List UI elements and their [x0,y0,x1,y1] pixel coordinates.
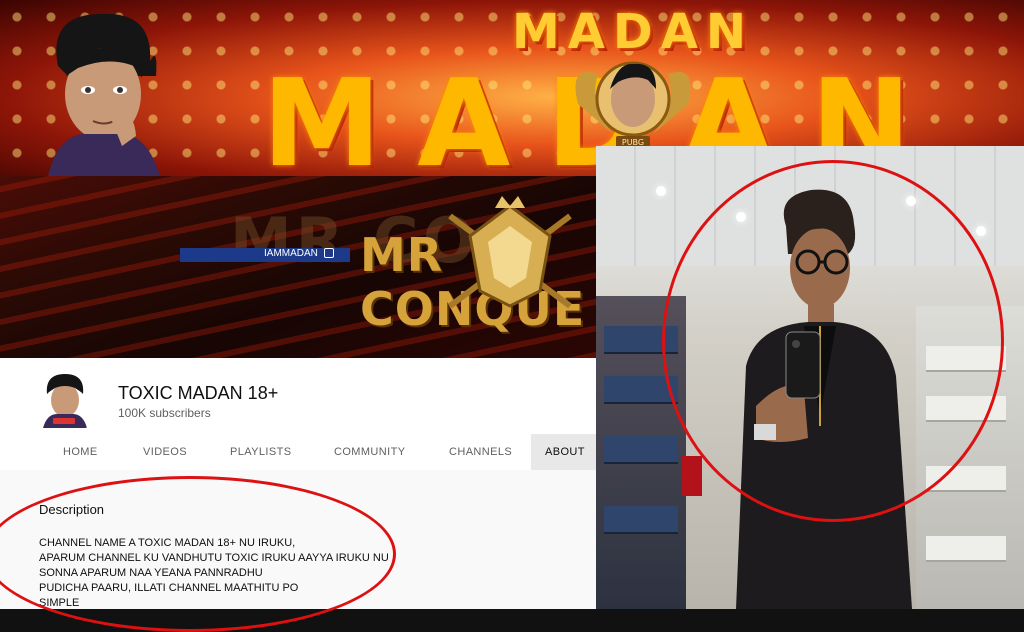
about-section: Description CHANNEL NAME A TOXIC MADAN 1… [0,470,596,609]
clothing-stack [604,436,678,464]
avatar-icon [43,374,87,428]
person-figure [736,189,912,609]
tab-home[interactable]: HOME [63,434,98,470]
description-line: SONNA APARUM NAA YEANA PANNRADHU [39,567,263,579]
tab-community[interactable]: COMMUNITY [334,434,405,470]
subscriber-count: 100K subscribers [118,406,211,420]
avatar-art [48,13,160,176]
clothing-stack [926,466,1006,492]
description-heading: Description [39,502,105,517]
tab-videos[interactable]: VIDEOS [143,434,187,470]
tab-channels[interactable]: CHANNELS [449,434,512,470]
description-line: CHANNEL NAME A TOXIC MADAN 18+ NU IRUKU, [39,537,296,549]
ceiling-light [656,186,666,196]
ceiling-light [976,226,986,236]
clothing-stack [926,536,1006,562]
youtube-channel-panel: TOXIC MADAN 18+ 100K subscribers HOME VI… [0,358,596,609]
channel-avatar[interactable] [39,370,89,428]
instagram-handle: IAMMADAN [264,248,334,259]
channel-tabs: HOME VIDEOS PLAYLISTS COMMUNITY CHANNELS… [0,434,596,472]
selfie-photo [596,146,1024,609]
clothing-stack [926,346,1006,372]
channel-name: TOXIC MADAN 18+ [118,383,279,403]
instagram-icon [323,248,334,259]
clothing-stack [604,506,678,534]
handle-text: IAMMADAN [264,248,318,259]
tab-about[interactable]: ABOUT [531,434,596,472]
store-sign [682,456,702,496]
conqueror-crest [448,196,572,309]
description-line: PUDICHA PAARU, ILLATI CHANNEL MAATHITU P… [39,582,299,594]
description-line: APARUM CHANNEL KU VANDHUTU TOXIC IRUKU A… [39,552,389,564]
secondary-banner: MR CO IAMMADAN MR CONQUE [0,176,596,358]
description-line: SIMPLE [39,597,80,609]
clothing-stack [926,396,1006,422]
clothing-stack [604,376,678,404]
channel-header: TOXIC MADAN 18+ 100K subscribers [0,358,596,434]
clothing-stack [604,326,678,354]
tab-playlists[interactable]: PLAYLISTS [230,434,291,470]
description-text: CHANNEL NAME A TOXIC MADAN 18+ NU IRUKU,… [39,536,389,609]
